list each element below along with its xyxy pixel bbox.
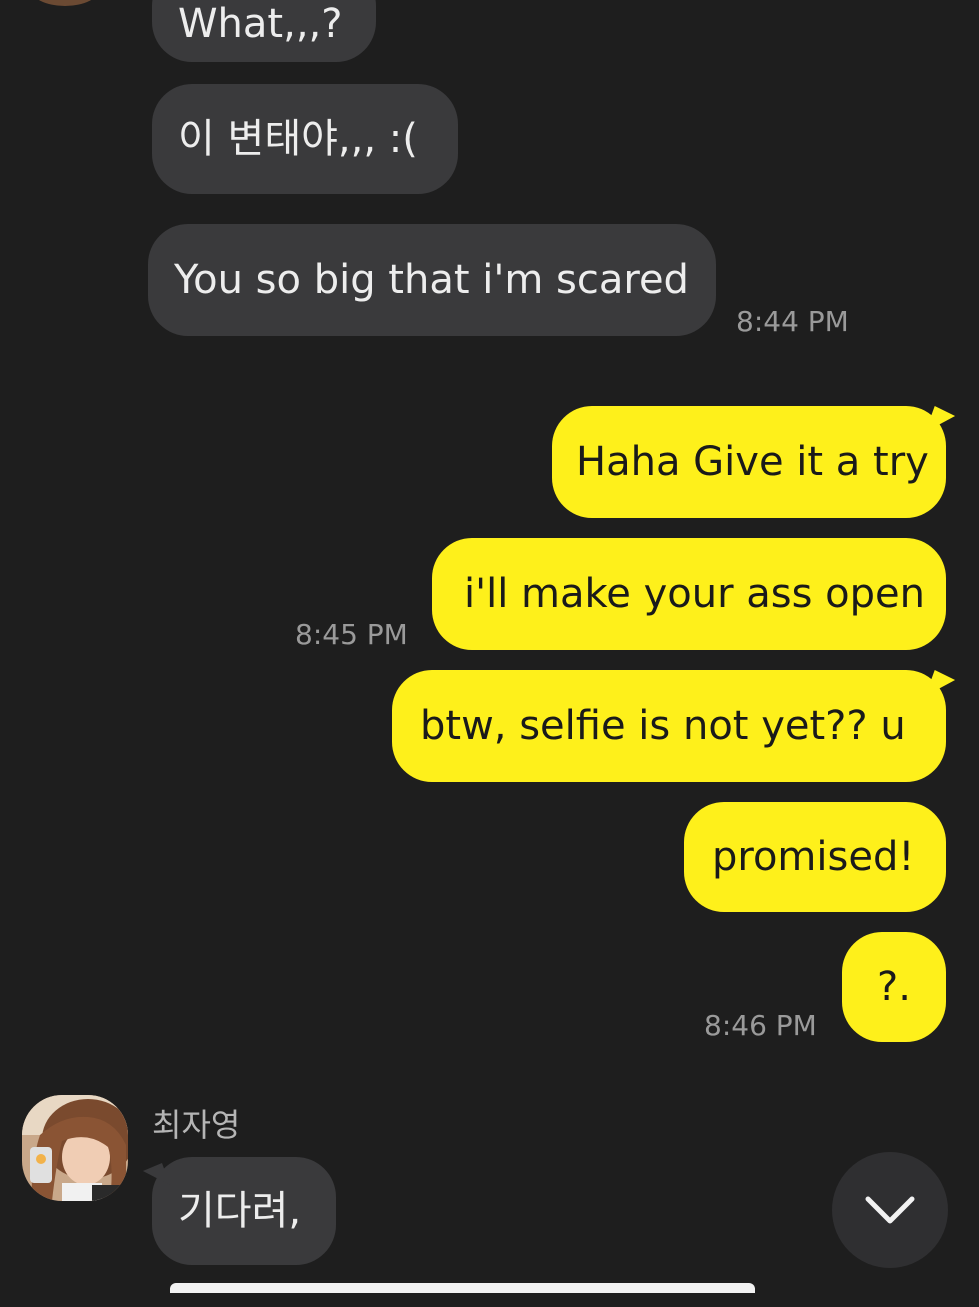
message-text: i'll make your ass open [464, 571, 925, 617]
incoming-message-bubble[interactable]: You so big that i'm scared [148, 224, 716, 336]
sender-name: 최자영 [152, 1106, 241, 1144]
outgoing-message-bubble[interactable]: Haha Give it a try [552, 406, 946, 518]
outgoing-message-bubble[interactable]: i'll make your ass open [432, 538, 946, 650]
message-text: btw, selfie is not yet?? u [420, 703, 906, 749]
previous-avatar [30, 0, 100, 6]
message-timestamp: 8:46 PM [704, 1009, 817, 1042]
message-text: What,,,? [178, 1, 343, 47]
outgoing-message-bubble[interactable]: ?. [842, 932, 946, 1042]
message-text: promised! [712, 834, 915, 880]
message-text: 기다려, [178, 1188, 302, 1234]
chevron-down-icon [865, 1196, 915, 1224]
outgoing-message-bubble[interactable]: promised! [684, 802, 946, 912]
incoming-message-bubble[interactable]: 기다려, [152, 1157, 336, 1265]
scroll-down-button[interactable] [832, 1152, 948, 1268]
chat-area[interactable]: What,,,? 이 변태야,,, :( You so big that i'm… [0, 0, 979, 1307]
partial-preview-bar [170, 1283, 755, 1293]
incoming-message-bubble[interactable]: 이 변태야,,, :( [152, 84, 458, 194]
profile-photo [22, 1095, 128, 1201]
message-text: Haha Give it a try [576, 439, 929, 485]
incoming-message-bubble[interactable]: What,,,? [152, 0, 376, 62]
message-text: 이 변태야,,, :( [178, 116, 418, 162]
message-timestamp: 8:45 PM [295, 618, 408, 651]
message-text: ?. [877, 964, 911, 1010]
message-text: You so big that i'm scared [174, 257, 689, 303]
outgoing-message-bubble[interactable]: btw, selfie is not yet?? u [392, 670, 946, 782]
message-timestamp: 8:44 PM [736, 305, 849, 338]
avatar[interactable] [22, 1095, 128, 1201]
